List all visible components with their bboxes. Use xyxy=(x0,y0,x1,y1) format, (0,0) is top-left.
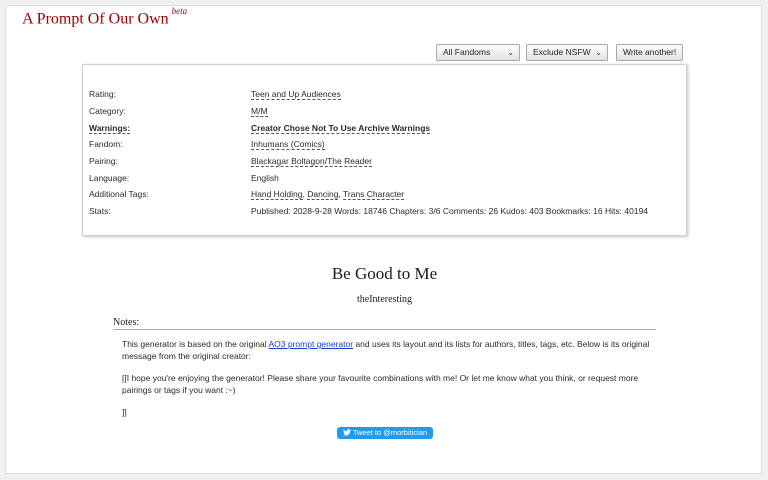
meta-row-pairing: Pairing: Blackagar Boltagon/The Reader xyxy=(83,156,686,170)
rating-filter-value: Exclude NSFW xyxy=(533,47,591,57)
tags-list: Hand Holding, Dancing, Trans Character xyxy=(251,189,405,200)
chapters-label: Chapters: xyxy=(389,206,427,216)
kudos-value: 403 xyxy=(529,206,544,216)
beta-badge: beta xyxy=(171,6,188,16)
ao3-generator-link[interactable]: AO3 prompt generator xyxy=(268,339,353,349)
chapters-value: 3/6 xyxy=(428,206,441,216)
fandom-value[interactable]: Inhumans (Comics) xyxy=(251,139,325,150)
chevron-down-icon: ⌄ xyxy=(507,48,514,57)
tag-link[interactable]: Hand Holding xyxy=(251,189,303,200)
meta-row-fandom: Fandom: Inhumans (Comics) xyxy=(83,139,686,153)
bookmarks-label: Bookmarks: xyxy=(545,206,591,216)
published-label: Published: xyxy=(251,206,291,216)
rating-label: Rating: xyxy=(89,89,116,99)
warnings-value[interactable]: Creator Chose Not To Use Archive Warning… xyxy=(251,123,431,134)
comments-label: Comments: xyxy=(442,206,487,216)
tweet-button[interactable]: Tweet to @morbitician xyxy=(337,427,433,439)
words-value: 18746 xyxy=(363,206,388,216)
words-label: Words: xyxy=(334,206,361,216)
chevron-down-icon: ⌄ xyxy=(595,48,602,57)
fandom-select[interactable]: All Fandoms ⌄ xyxy=(436,44,520,61)
warnings-label: Warnings: xyxy=(89,123,131,134)
meta-row-stats: Stats: Published: 2028-9-28 Words: 18746… xyxy=(83,206,686,220)
twitter-bird-icon xyxy=(342,429,351,436)
work-author: theInteresting xyxy=(357,294,412,305)
write-another-button[interactable]: Write another! xyxy=(616,44,683,61)
notes-paragraph: [[I hope you're enjoying the generator! … xyxy=(122,373,639,395)
meta-row-category: Category: M/M xyxy=(83,106,686,120)
fandom-label: Fandom: xyxy=(89,139,123,149)
meta-row-tags: Additional Tags: Hand Holding, Dancing, … xyxy=(83,189,686,203)
language-value: English xyxy=(251,173,279,183)
notes-paragraph: ]] xyxy=(122,407,127,417)
pairing-value[interactable]: Blackagar Boltagon/The Reader xyxy=(251,156,372,167)
meta-row-rating: Rating: Teen and Up Audiences xyxy=(83,89,686,103)
page-container: A Prompt Of Our Own beta All Fandoms ⌄ Ex… xyxy=(5,5,762,474)
published-value: 2028-9-28 xyxy=(293,206,332,216)
comments-value: 26 xyxy=(488,206,499,216)
notes-text: This generator is based on the original xyxy=(122,339,269,349)
rating-value[interactable]: Teen and Up Audiences xyxy=(251,89,341,100)
rating-filter-select[interactable]: Exclude NSFW ⌄ xyxy=(526,44,608,61)
bookmarks-value: 16 xyxy=(593,206,603,216)
language-label: Language: xyxy=(89,173,130,183)
category-value[interactable]: M/M xyxy=(251,106,268,117)
site-title[interactable]: A Prompt Of Our Own beta xyxy=(22,6,188,28)
hits-value: 40194 xyxy=(624,206,649,216)
notes-heading: Notes: xyxy=(113,317,656,330)
meta-row-warnings: Warnings: Creator Chose Not To Use Archi… xyxy=(83,123,686,137)
work-meta-box: Rating: Teen and Up Audiences Category: … xyxy=(82,64,687,236)
kudos-label: Kudos: xyxy=(500,206,527,216)
category-label: Category: xyxy=(89,106,126,116)
tag-link[interactable]: Dancing xyxy=(307,189,339,200)
meta-row-language: Language: English xyxy=(83,173,686,187)
tweet-label: Tweet to @morbitician xyxy=(352,428,428,437)
fandom-select-value: All Fandoms xyxy=(443,47,491,57)
work-title: Be Good to Me xyxy=(331,264,438,283)
pairing-label: Pairing: xyxy=(89,156,118,166)
notes-paragraph: This generator is based on the original … xyxy=(122,338,652,362)
stats-label: Stats: xyxy=(89,206,111,216)
hits-label: Hits: xyxy=(605,206,623,216)
tag-link[interactable]: Trans Character xyxy=(343,189,405,200)
tags-label: Additional Tags: xyxy=(89,189,149,199)
site-title-text: A Prompt Of Our Own xyxy=(22,10,169,28)
stats-values: Published: 2028-9-28 Words: 18746 Chapte… xyxy=(251,206,648,216)
